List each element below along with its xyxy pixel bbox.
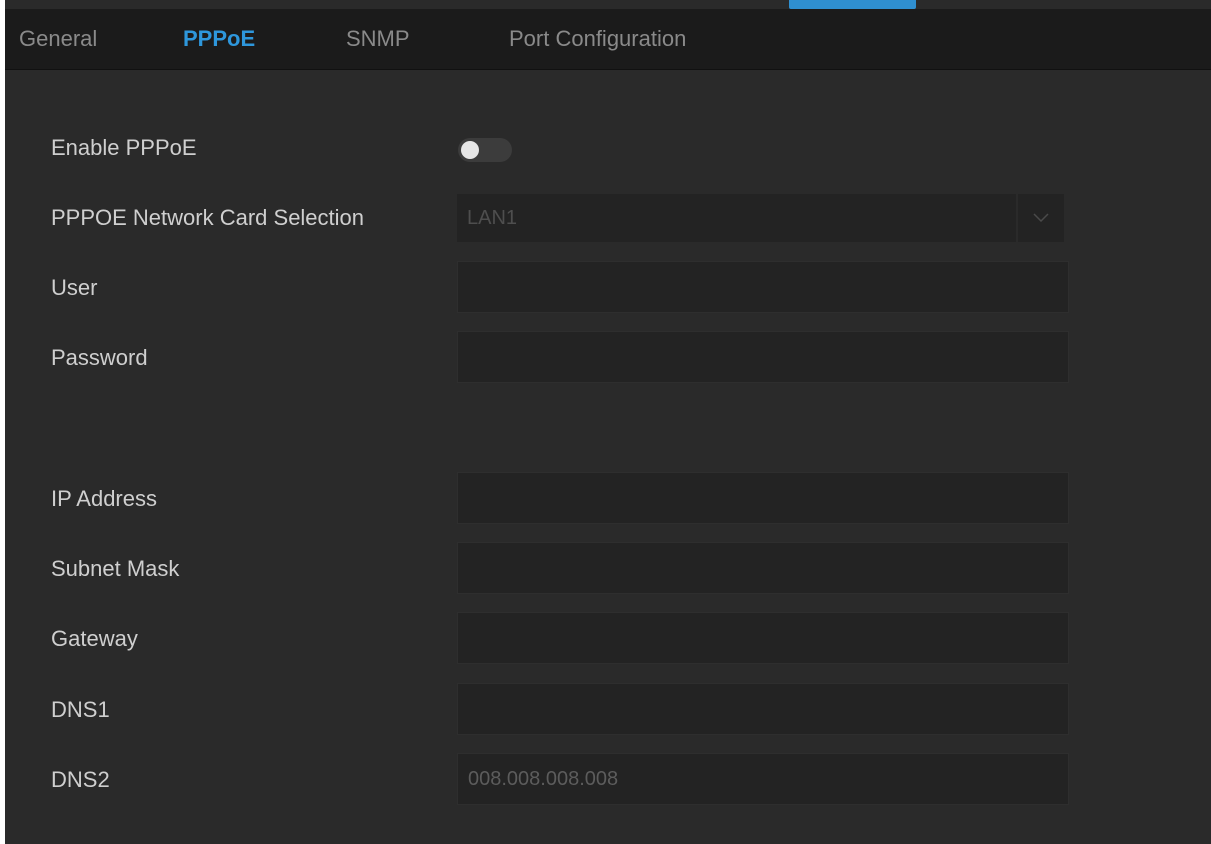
enable-pppoe-label: Enable PPPoE bbox=[51, 135, 197, 160]
user-label: User bbox=[51, 275, 98, 300]
toggle-knob bbox=[461, 141, 479, 159]
gateway-field[interactable] bbox=[457, 612, 1069, 664]
password-label: Password bbox=[51, 345, 148, 370]
pppoe-settings-screen: General PPPoE SNMP Port Configuration En… bbox=[5, 0, 1211, 844]
ip-address-field[interactable] bbox=[457, 472, 1069, 524]
tab-pppoe[interactable]: PPPoE bbox=[183, 9, 255, 69]
subnet-mask-input[interactable] bbox=[468, 543, 1068, 594]
dns2-value: 008.008.008.008 bbox=[468, 768, 619, 790]
dns1-input[interactable] bbox=[468, 684, 1068, 735]
network-card-label: PPPOE Network Card Selection bbox=[51, 205, 365, 230]
network-card-select[interactable]: LAN1 bbox=[457, 194, 1064, 242]
gateway-input[interactable] bbox=[468, 613, 1068, 664]
gateway-label: Gateway bbox=[51, 626, 138, 651]
password-field[interactable] bbox=[457, 331, 1069, 383]
tab-bar: General PPPoE SNMP Port Configuration bbox=[5, 9, 1211, 70]
network-card-value: LAN1 bbox=[467, 207, 518, 229]
dns2-field[interactable]: 008.008.008.008 bbox=[457, 753, 1069, 805]
ip-address-input[interactable] bbox=[468, 473, 1068, 524]
top-accent-bar bbox=[789, 0, 916, 9]
dns1-label: DNS1 bbox=[51, 697, 110, 722]
tab-snmp[interactable]: SNMP bbox=[346, 9, 410, 69]
enable-pppoe-toggle[interactable] bbox=[458, 138, 512, 162]
dns2-label: DNS2 bbox=[51, 767, 110, 792]
ip-address-label: IP Address bbox=[51, 486, 157, 511]
password-input[interactable] bbox=[468, 332, 1068, 383]
subnet-mask-field[interactable] bbox=[457, 542, 1069, 594]
tab-general[interactable]: General bbox=[19, 9, 97, 69]
subnet-mask-label: Subnet Mask bbox=[51, 556, 180, 581]
user-input[interactable] bbox=[468, 262, 1068, 313]
dns1-field[interactable] bbox=[457, 683, 1069, 735]
dropdown-button[interactable] bbox=[1016, 194, 1064, 242]
tab-port-configuration[interactable]: Port Configuration bbox=[509, 9, 686, 69]
user-field[interactable] bbox=[457, 261, 1069, 313]
